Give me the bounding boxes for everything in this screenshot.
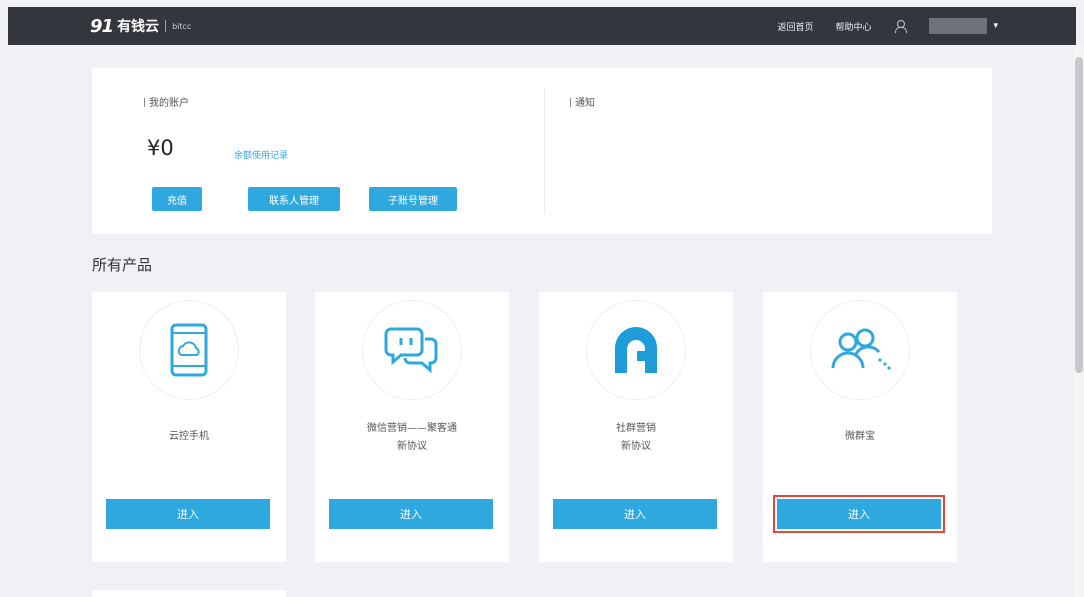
account-section: 我的账户 ¥0 余额使用记录 充值 联系人管理 子账号管理: [92, 68, 544, 234]
balance-record-link[interactable]: 余额使用记录: [234, 148, 288, 161]
account-section-label-text: 我的账户: [149, 98, 189, 109]
top-navigation-bar: 91 有钱云 bitcc 返回首页 帮助中心 ▾: [8, 7, 1076, 45]
brand-logo[interactable]: 91 有钱云 bitcc: [90, 16, 191, 37]
logo-name: 有钱云: [117, 19, 160, 35]
chevron-down-icon[interactable]: ▾: [993, 21, 998, 31]
chat-bubbles-icon: [362, 300, 462, 400]
recharge-button[interactable]: 充值: [152, 187, 202, 211]
cloud-phone-icon: [139, 300, 239, 400]
account-panel: 我的账户 ¥0 余额使用记录 充值 联系人管理 子账号管理 通知: [92, 68, 992, 234]
product-title: 社群营销: [616, 423, 656, 434]
logo-mark: 91: [90, 15, 114, 37]
enter-button-wechat-marketing[interactable]: 进入: [329, 499, 493, 529]
nav-link-home[interactable]: 返回首页: [777, 20, 813, 33]
products-heading: 所有产品: [92, 256, 153, 274]
section-marker: [570, 98, 571, 107]
product-card-cloud-phone: 云控手机 进入: [92, 292, 286, 562]
section-marker: [144, 98, 145, 107]
product-title: 云控手机: [169, 431, 209, 442]
logo-subtitle: bitcc: [172, 21, 192, 31]
contact-management-button[interactable]: 联系人管理: [248, 187, 340, 211]
notice-section-label-text: 通知: [575, 98, 595, 109]
panel-divider: [544, 88, 545, 214]
sub-account-management-button[interactable]: 子账号管理: [369, 187, 457, 211]
top-right-menu: 返回首页 帮助中心 ▾: [777, 7, 998, 45]
product-card-weiqunbao: 微群宝 进入: [763, 292, 957, 562]
enter-button-cloud-phone[interactable]: 进入: [106, 499, 270, 529]
product-subtitle: 新协议: [397, 441, 427, 452]
users-icon: [810, 300, 910, 400]
scrollbar-thumb[interactable]: [1075, 57, 1083, 373]
logo-divider: [165, 20, 167, 32]
user-name-obscured[interactable]: [929, 18, 988, 34]
nav-link-help[interactable]: 帮助中心: [835, 20, 871, 33]
product-title: 微信营销——聚客通: [367, 423, 457, 434]
enter-button-weiqunbao[interactable]: 进入: [773, 495, 945, 533]
product-card-wechat-marketing: 微信营销——聚客通 新协议 进入: [315, 292, 509, 562]
product-card-next-row: [92, 590, 286, 597]
account-section-label: 我的账户: [144, 94, 189, 109]
g-logo-icon: [586, 300, 686, 400]
product-card-community-marketing: 社群营销 新协议 进入: [539, 292, 733, 562]
notice-section-label: 通知: [570, 94, 595, 109]
product-title: 微群宝: [845, 431, 875, 442]
account-balance: ¥0: [147, 136, 174, 160]
enter-button-community-marketing[interactable]: 进入: [553, 499, 717, 529]
user-icon[interactable]: [893, 19, 908, 33]
product-subtitle: 新协议: [621, 441, 651, 452]
